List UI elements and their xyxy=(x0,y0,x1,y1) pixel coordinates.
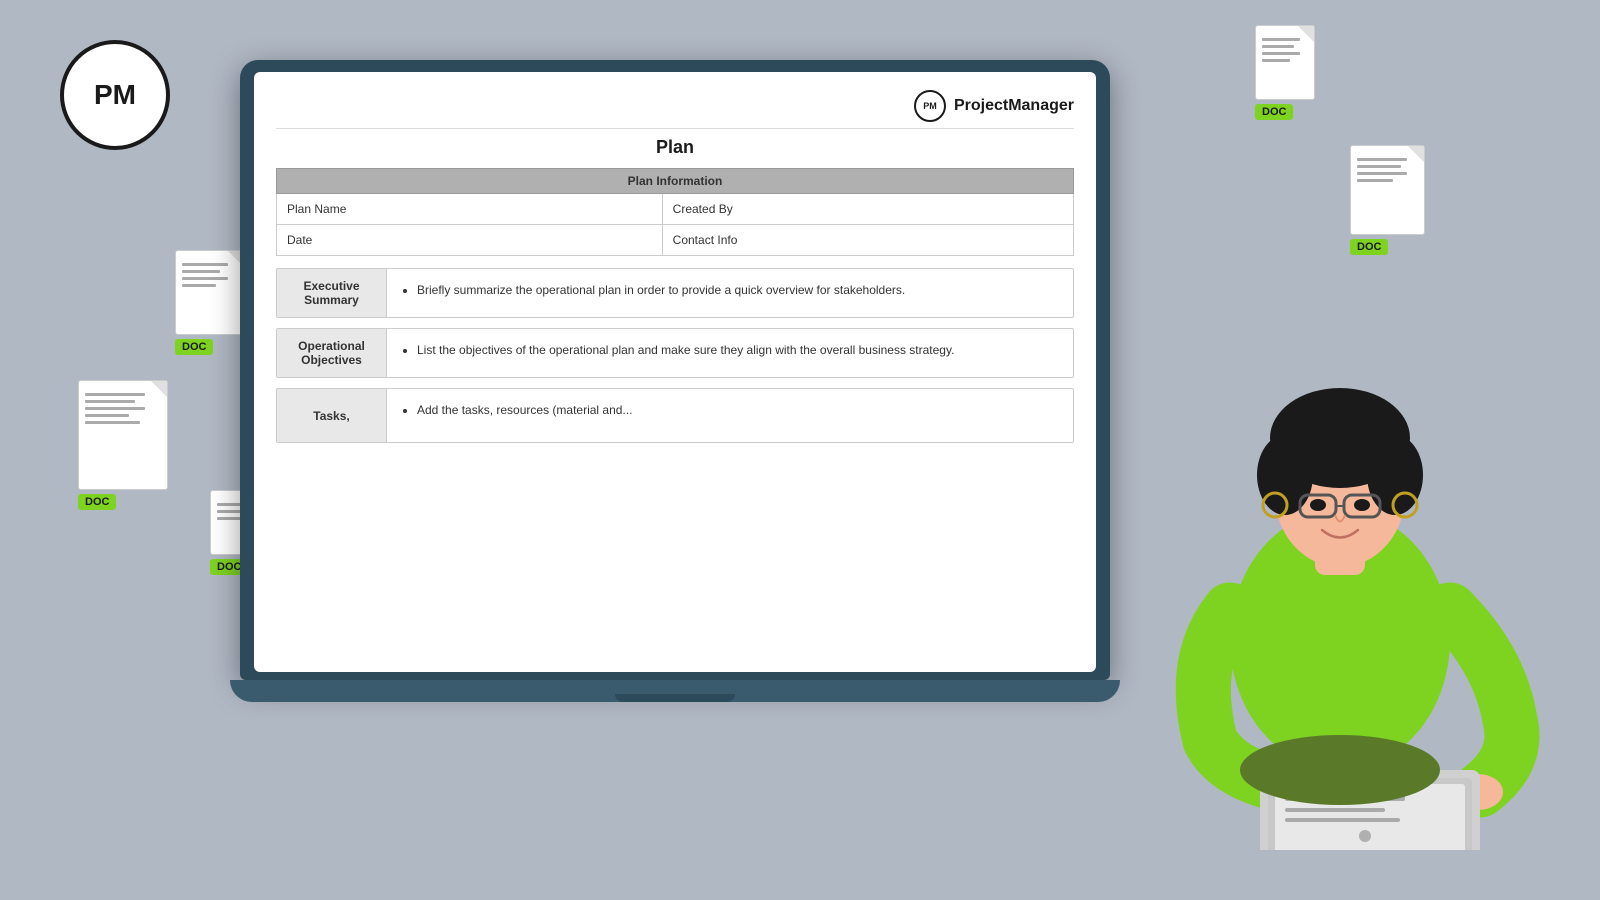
doc-float-left-2: DOC xyxy=(78,380,168,510)
doc-badge: DOC xyxy=(175,339,213,355)
doc-lines xyxy=(1357,158,1418,182)
laptop-screen-inner: PM ProjectManager Plan Plan Information xyxy=(254,72,1096,672)
doc-header: PM ProjectManager xyxy=(276,90,1074,129)
executive-summary-content: Briefly summarize the operational plan i… xyxy=(387,269,1073,317)
doc-lines xyxy=(182,263,238,287)
doc-paper xyxy=(1350,145,1425,235)
tasks-label: Tasks, xyxy=(277,389,387,442)
doc-line xyxy=(85,393,145,396)
doc-float-top-right: DOC xyxy=(1255,25,1315,120)
doc-line xyxy=(1357,158,1407,161)
operational-objectives-label: Operational Objectives xyxy=(277,329,387,377)
doc-line xyxy=(1357,165,1401,168)
laptop-wrapper: PM ProjectManager Plan Plan Information xyxy=(240,60,1110,730)
doc-line xyxy=(85,414,129,417)
doc-paper xyxy=(175,250,245,335)
operational-objectives-bullet: List the objectives of the operational p… xyxy=(417,341,1059,359)
tasks-bullet: Add the tasks, resources (material and..… xyxy=(417,401,1059,419)
pm-logo: PM xyxy=(60,40,170,150)
laptop-base xyxy=(230,680,1120,702)
doc-paper xyxy=(1255,25,1315,100)
doc-line xyxy=(182,277,228,280)
doc-float-left-1: DOC xyxy=(175,250,245,355)
operational-objectives-content: List the objectives of the operational p… xyxy=(387,329,1073,377)
contact-info-label: Contact Info xyxy=(662,225,1073,256)
brand-name: ProjectManager xyxy=(954,97,1074,115)
doc-line xyxy=(85,400,135,403)
pm-brand: PM ProjectManager xyxy=(914,90,1074,122)
doc-lines xyxy=(1262,38,1308,62)
person-illustration xyxy=(1130,300,1550,850)
date-label: Date xyxy=(277,225,663,256)
brand-icon-text: PM xyxy=(923,101,937,111)
doc-line xyxy=(85,421,140,424)
doc-line xyxy=(1262,52,1300,55)
plan-name-label: Plan Name xyxy=(277,194,663,225)
doc-float-right-mid: DOC xyxy=(1350,145,1425,255)
doc-line xyxy=(1262,45,1294,48)
doc-line xyxy=(1357,172,1407,175)
doc-badge: DOC xyxy=(1255,104,1293,120)
laptop-screen-outer: PM ProjectManager Plan Plan Information xyxy=(240,60,1110,680)
pm-brand-icon: PM xyxy=(914,90,946,122)
created-by-label: Created By xyxy=(662,194,1073,225)
table-row: Date Contact Info xyxy=(277,225,1074,256)
doc-badge: DOC xyxy=(78,494,116,510)
logo-text: PM xyxy=(94,79,136,111)
person-svg xyxy=(1130,300,1550,850)
doc-paper xyxy=(78,380,168,490)
executive-summary-label: Executive Summary xyxy=(277,269,387,317)
tasks-content: Add the tasks, resources (material and..… xyxy=(387,389,1073,442)
doc-line xyxy=(182,284,216,287)
doc-line xyxy=(182,263,228,266)
doc-line xyxy=(1262,38,1300,41)
document-title: Plan xyxy=(276,137,1074,158)
doc-line xyxy=(1262,59,1290,62)
doc-lines xyxy=(85,393,161,424)
tasks-section: Tasks, Add the tasks, resources (materia… xyxy=(276,388,1074,443)
plan-table-header: Plan Information xyxy=(277,169,1074,194)
doc-line xyxy=(1357,179,1393,182)
document-content: PM ProjectManager Plan Plan Information xyxy=(254,72,1096,471)
doc-line xyxy=(182,270,220,273)
table-row: Plan Name Created By xyxy=(277,194,1074,225)
executive-summary-bullet: Briefly summarize the operational plan i… xyxy=(417,281,1059,299)
executive-summary-section: Executive Summary Briefly summarize the … xyxy=(276,268,1074,318)
doc-badge: DOC xyxy=(1350,239,1388,255)
operational-objectives-section: Operational Objectives List the objectiv… xyxy=(276,328,1074,378)
doc-line xyxy=(85,407,145,410)
plan-table: Plan Information Plan Name Created By Da… xyxy=(276,168,1074,256)
